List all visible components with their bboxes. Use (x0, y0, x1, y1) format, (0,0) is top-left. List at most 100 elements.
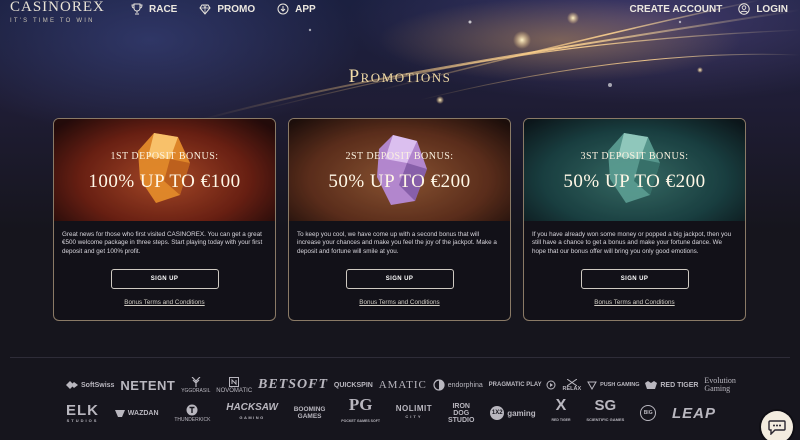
live-chat-button[interactable] (761, 411, 793, 440)
promo-card-3-terms-link[interactable]: Bonus Terms and Conditions (524, 299, 745, 306)
provider-novomatic[interactable]: NOVOMATIC (216, 376, 253, 394)
provider-novomatic-label: NOVOMATIC (216, 387, 253, 394)
provider-iron-dog-studio[interactable]: IRON DOG STUDIO (448, 403, 474, 424)
promo-card-2-terms-link[interactable]: Bonus Terms and Conditions (289, 299, 510, 306)
provider-x-sub: RED TIGER (551, 418, 571, 422)
account-nav: CREATE ACCOUNT LOGIN (630, 3, 788, 15)
provider-quickspin[interactable]: QUICKSPIN (334, 382, 373, 389)
promo-card-1-terms-link[interactable]: Bonus Terms and Conditions (54, 299, 275, 306)
create-account-link[interactable]: CREATE ACCOUNT (630, 4, 723, 15)
provider-leap[interactable]: LEAP (672, 405, 716, 422)
login-label: LOGIN (756, 3, 788, 15)
provider-red-tiger-label: RED TIGER (660, 381, 699, 389)
provider-big-time-gaming[interactable]: BIG (640, 405, 657, 421)
provider-amatic[interactable]: AMATIC (379, 379, 427, 391)
promo-card-3-subtitle: 3st Deposit Bonus: (580, 151, 689, 162)
yggdrasil-tree-icon (191, 376, 201, 387)
casinorex-logo[interactable]: CASINOREX IT'S TIME TO WIN (10, 0, 105, 24)
provider-1x2-label: gaming (507, 408, 536, 418)
provider-nolimit-label: NOLIMIT (395, 404, 433, 413)
promo-card-1: 1st Deposit Bonus: 100% up to €100 Great… (53, 118, 276, 321)
promo-card-2-description: To keep you cool, we have come up with a… (297, 231, 497, 255)
provider-endorphina[interactable]: endorphina (433, 379, 483, 391)
emerald-gem-icon (608, 133, 660, 203)
promo-card-2-signup-button[interactable]: SIGN UP (345, 269, 454, 289)
provider-endorphina-label: endorphina (447, 381, 483, 389)
provider-netent[interactable]: NETENT (120, 378, 175, 393)
trophy-icon (131, 3, 143, 15)
login-link[interactable]: LOGIN (738, 3, 788, 15)
provider-pragmatic-play[interactable]: PRAGMATIC PLAY (489, 379, 557, 391)
provider-sg-label: SG (594, 397, 617, 414)
provider-booming-sub: GAMES (297, 413, 322, 420)
promo-card-1-headline: 100% up to €100 (88, 171, 241, 192)
provider-hacksaw-gaming[interactable]: HACKSAW GAMING (226, 403, 278, 423)
provider-red-tiger[interactable]: RED TIGER (645, 380, 699, 390)
provider-evolution-gaming[interactable]: Evolution Gaming (704, 377, 736, 393)
provider-evolution-sub: Gaming (704, 384, 731, 393)
promo-card-1-banner: 1st Deposit Bonus: 100% up to €100 (54, 119, 275, 221)
promo-card-3-headline: 50% up to €200 (563, 171, 706, 192)
provider-wazdan[interactable]: WAZDAN (114, 409, 159, 417)
user-icon (738, 3, 751, 15)
provider-pragmatic-play-label: PRAGMATIC PLAY (488, 382, 542, 388)
provider-softswiss-label: SoftSwiss (81, 381, 115, 389)
top-header: CASINOREX IT'S TIME TO WIN RACE PROMO AP… (0, 0, 800, 24)
logo-wordmark: CASINOREX (10, 0, 105, 15)
provider-push-gaming-label: PUSH GAMING (600, 382, 640, 388)
pragmatic-sun-icon (546, 380, 556, 390)
provider-elk-studios[interactable]: ELK STUDIOS (66, 403, 99, 423)
endorphina-mark-icon (433, 379, 445, 391)
provider-pg-soft[interactable]: PG POCKET GAMES SOFT (341, 396, 380, 429)
nav-app[interactable]: APP (277, 3, 316, 15)
diamond-icon (199, 4, 211, 15)
promo-card-2-headline: 50% up to €200 (328, 171, 471, 192)
promotion-cards: 1st Deposit Bonus: 100% up to €100 Great… (53, 118, 746, 321)
logo-tagline: IT'S TIME TO WIN (10, 18, 95, 24)
push-gaming-mark-icon (587, 381, 597, 390)
provider-hacksaw-label: HACKSAW (226, 402, 278, 413)
wazdan-mark-icon (114, 409, 125, 417)
provider-relax-gaming[interactable]: RELAX (563, 378, 581, 392)
promo-card-2: 2st Deposit Bonus: 50% up to €200 To kee… (288, 118, 511, 321)
provider-1x2-gaming[interactable]: 1X2 gaming (490, 406, 536, 420)
promo-card-3-description: If you have already won some money or po… (532, 231, 732, 255)
provider-nolimit-sub: CITY (405, 414, 423, 419)
provider-elk-sub: STUDIOS (66, 417, 99, 423)
chat-bubble-icon (768, 420, 786, 435)
provider-booming-label: BOOMING (293, 406, 326, 413)
nav-promo-label: PROMO (217, 3, 256, 15)
promo-card-1-subtitle: 1st Deposit Bonus: (110, 151, 219, 162)
provider-yggdrasil[interactable]: YGGDRASIL (181, 376, 211, 394)
promo-card-1-description: Great news for those who first visited C… (62, 231, 263, 255)
nav-race[interactable]: RACE (131, 3, 177, 15)
amber-gem-icon (138, 133, 190, 203)
provider-betsoft[interactable]: BETSOFT (258, 377, 328, 393)
novomatic-mark-icon (229, 376, 240, 387)
main-nav: RACE PROMO APP (131, 3, 316, 15)
provider-sg-sub: SCIENTIFIC GAMES (586, 417, 625, 422)
provider-irondog-label-2: DOG (453, 409, 470, 417)
provider-yggdrasil-label: YGGDRASIL (181, 387, 211, 394)
thunderkick-mark-icon (186, 404, 198, 415)
promo-card-3-signup-button[interactable]: SIGN UP (580, 269, 689, 289)
red-tiger-head-icon (645, 380, 658, 389)
provider-thunderkick[interactable]: THUNDERKICK (174, 404, 210, 423)
promo-card-1-signup-button[interactable]: SIGN UP (110, 269, 219, 289)
relax-mark-icon (566, 378, 577, 386)
provider-softswiss[interactable]: SoftSwiss (66, 381, 114, 389)
provider-scientific-games[interactable]: SG SCIENTIFIC GAMES (586, 397, 625, 427)
provider-red-tiger-x[interactable]: X RED TIGER (551, 398, 571, 427)
promo-card-3: 3st Deposit Bonus: 50% up to €200 If you… (523, 118, 746, 321)
provider-booming-games[interactable]: BOOMING GAMES (294, 406, 326, 420)
nav-app-label: APP (295, 3, 316, 15)
provider-thunderkick-label: THUNDERKICK (174, 416, 211, 423)
provider-hacksaw-sub: GAMING (239, 415, 265, 420)
footer-divider (10, 357, 790, 358)
nav-promo[interactable]: PROMO (199, 3, 255, 15)
softswiss-mark-icon (66, 381, 78, 389)
promo-card-2-banner: 2st Deposit Bonus: 50% up to €200 (289, 119, 510, 221)
provider-push-gaming[interactable]: PUSH GAMING (587, 380, 639, 390)
provider-pg-sub: POCKET GAMES SOFT (341, 419, 380, 423)
provider-nolimit-city[interactable]: NOLIMIT CITY (396, 405, 432, 421)
